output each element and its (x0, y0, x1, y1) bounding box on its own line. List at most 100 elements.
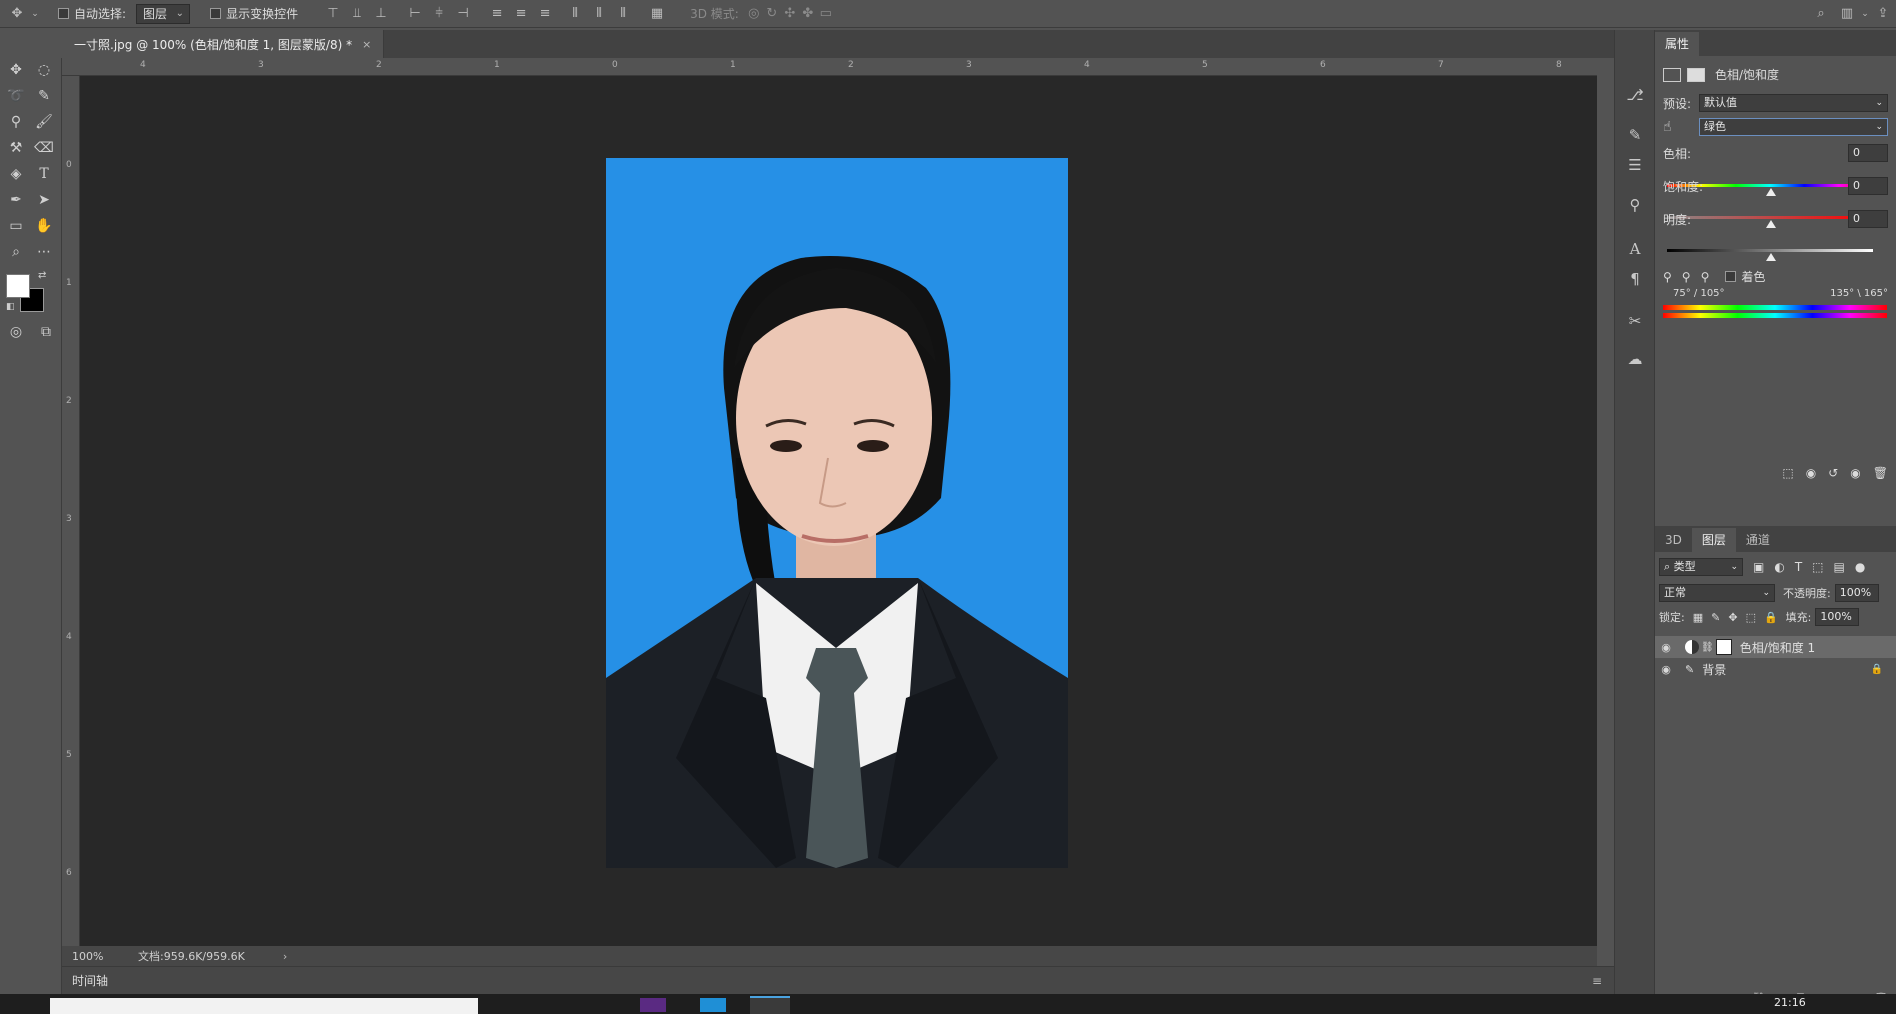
eye-icon[interactable]: ◉ (1655, 641, 1677, 654)
saturation-input[interactable]: 0 (1848, 177, 1888, 195)
color-range-bar-top[interactable] (1663, 305, 1887, 310)
3d-pan-icon[interactable]: ✣ (781, 5, 799, 23)
3d-roll-icon[interactable]: ↻ (763, 5, 781, 23)
close-icon[interactable]: × (362, 38, 371, 51)
swap-colors-icon[interactable]: ⇄ (38, 270, 46, 281)
view-previous-icon[interactable]: ◉ (1806, 466, 1816, 480)
filter-smart-object-icon[interactable]: ▤ (1834, 560, 1845, 574)
character-icon[interactable]: A (1615, 234, 1655, 264)
move-tool-icon[interactable]: ✥ (8, 5, 26, 23)
eyedropper-add-icon[interactable]: ⚲ (1682, 270, 1691, 284)
lock-image-icon[interactable]: ✎ (1711, 611, 1720, 624)
clone-source-icon[interactable]: ⚲ (1615, 190, 1655, 220)
quick-mask-icon[interactable]: ◎ (6, 320, 26, 344)
brush-tool-icon[interactable]: 🖌 (31, 110, 57, 134)
screen-mode-icon[interactable]: ⧉ (36, 320, 56, 344)
tab-layers[interactable]: 图层 (1691, 528, 1736, 552)
type-tool-icon[interactable]: T (31, 162, 57, 186)
filter-pixel-icon[interactable]: ▣ (1753, 560, 1764, 574)
hand-tool-icon[interactable]: ✋ (31, 214, 57, 238)
lock-transparent-icon[interactable]: ▦ (1693, 611, 1703, 624)
adjustments-icon[interactable]: ☰ (1615, 150, 1655, 180)
zoom-tool-icon[interactable]: ⌕ (3, 240, 29, 264)
auto-select-dropdown[interactable]: 图层 ⌄ (136, 3, 191, 24)
distribute-vcenter-icon[interactable]: ≡ (512, 5, 530, 23)
auto-select-checkbox[interactable]: 自动选择: (58, 5, 126, 22)
lasso-tool-icon[interactable]: ➰ (3, 84, 29, 108)
colorize-checkbox[interactable] (1725, 271, 1737, 282)
auto-select-box[interactable] (58, 8, 69, 19)
auto-align-icon[interactable]: ▦ (648, 5, 666, 23)
filter-shape-icon[interactable]: ⬚ (1812, 560, 1823, 574)
channel-dropdown[interactable]: 绿色 ⌄ (1699, 118, 1888, 136)
filter-toggle-icon[interactable]: ● (1855, 560, 1865, 574)
tab-properties[interactable]: 属性 (1655, 32, 1700, 56)
paragraph-icon[interactable]: ¶ (1615, 264, 1655, 294)
quick-select-tool-icon[interactable]: ✎ (31, 84, 57, 108)
chevron-down-icon[interactable]: ⌄ (1856, 5, 1874, 23)
zoom-level[interactable]: 100% (72, 950, 132, 963)
blend-mode-dropdown[interactable]: 正常 ⌄ (1659, 584, 1775, 602)
eyedropper-tool-icon[interactable]: ⚲ (3, 110, 29, 134)
panel-menu-icon[interactable]: ≡ (1592, 974, 1602, 988)
tab-channels[interactable]: 通道 (1736, 528, 1780, 552)
distribute-left-icon[interactable]: ⦀ (566, 5, 584, 23)
taskbar-search-box[interactable] (50, 998, 478, 1014)
path-select-tool-icon[interactable]: ➤ (31, 188, 57, 212)
layer-row[interactable]: ◉ ✎ 背景 🔒 (1655, 658, 1896, 680)
search-icon[interactable]: ⌕ (1812, 5, 1830, 23)
distribute-right-icon[interactable]: ⦀ (614, 5, 632, 23)
lightness-input[interactable]: 0 (1848, 210, 1888, 228)
lock-artboard-icon[interactable]: ⬚ (1746, 611, 1756, 624)
layer-filter-dropdown[interactable]: ⌕ 类型 ⌄ (1659, 558, 1743, 576)
show-transform-checkbox[interactable]: 显示变换控件 (210, 5, 298, 22)
fill-input[interactable]: 100% (1815, 608, 1860, 626)
chevron-down-icon[interactable]: ⌄ (26, 5, 44, 23)
paint-bucket-tool-icon[interactable]: ◈ (3, 162, 29, 186)
eyedropper-subtract-icon[interactable]: ⚲ (1701, 270, 1710, 284)
eraser-tool-icon[interactable]: ⌫ (31, 136, 57, 160)
pen-tool-icon[interactable]: ✒ (3, 188, 29, 212)
stamp-tool-icon[interactable]: ⚒ (3, 136, 29, 160)
history-icon[interactable]: ⎇ (1615, 80, 1655, 110)
timeline-tab[interactable]: 时间轴 (72, 972, 108, 989)
target-adjust-icon[interactable]: ☝ (1663, 119, 1699, 135)
opacity-input[interactable]: 100% (1834, 584, 1879, 602)
taskbar-app-icon[interactable] (640, 998, 666, 1012)
move-tool-icon[interactable]: ✥ (3, 58, 29, 82)
lock-position-icon[interactable]: ✥ (1728, 611, 1737, 624)
preset-dropdown[interactable]: 默认值 ⌄ (1699, 94, 1888, 112)
lightness-slider-thumb[interactable] (1766, 253, 1776, 261)
align-bottom-icon[interactable]: ⊥ (372, 5, 390, 23)
clip-to-layer-icon[interactable]: ⬚ (1782, 466, 1793, 480)
layer-row[interactable]: ◉ ⛓ 色相/饱和度 1 (1655, 636, 1896, 658)
canvas-area[interactable] (80, 76, 1597, 946)
tool-presets-icon[interactable]: ✂ (1615, 306, 1655, 336)
taskbar-photoshop-icon[interactable] (750, 996, 790, 1014)
eye-icon[interactable]: ◉ (1655, 663, 1677, 676)
more-tools-icon[interactable]: ⋯ (31, 240, 57, 264)
distribute-hcenter-icon[interactable]: ⦀ (590, 5, 608, 23)
link-icon[interactable]: ⛓ (1701, 642, 1714, 653)
workspace-icon[interactable]: ▥ (1838, 5, 1856, 23)
visibility-icon[interactable]: ◉ (1850, 466, 1860, 480)
show-transform-box[interactable] (210, 8, 222, 19)
brush-settings-icon[interactable]: ✎ (1615, 120, 1655, 150)
taskbar-clock[interactable]: 21:16 (1774, 996, 1806, 1009)
align-top-icon[interactable]: ⊤ (324, 5, 342, 23)
tab-3d[interactable]: 3D (1655, 528, 1692, 552)
filter-type-icon[interactable]: T (1795, 560, 1802, 574)
libraries-icon[interactable]: ☁ (1615, 344, 1655, 374)
align-right-icon[interactable]: ⊣ (454, 5, 472, 23)
delete-icon[interactable]: 🗑 (1873, 466, 1888, 480)
filter-adjustment-icon[interactable]: ◐ (1774, 560, 1784, 574)
align-vcenter-icon[interactable]: ⫫ (348, 5, 366, 23)
layer-mask-thumbnail[interactable] (1715, 639, 1732, 655)
3d-orbit-icon[interactable]: ◎ (745, 5, 763, 23)
foreground-color-swatch[interactable] (6, 274, 30, 298)
rectangle-tool-icon[interactable]: ▭ (3, 214, 29, 238)
eyedropper-icon[interactable]: ⚲ (1663, 270, 1672, 284)
default-colors-icon[interactable]: ◧ (6, 302, 15, 312)
reset-icon[interactable]: ↺ (1828, 466, 1838, 480)
hue-input[interactable]: 0 (1848, 144, 1888, 162)
